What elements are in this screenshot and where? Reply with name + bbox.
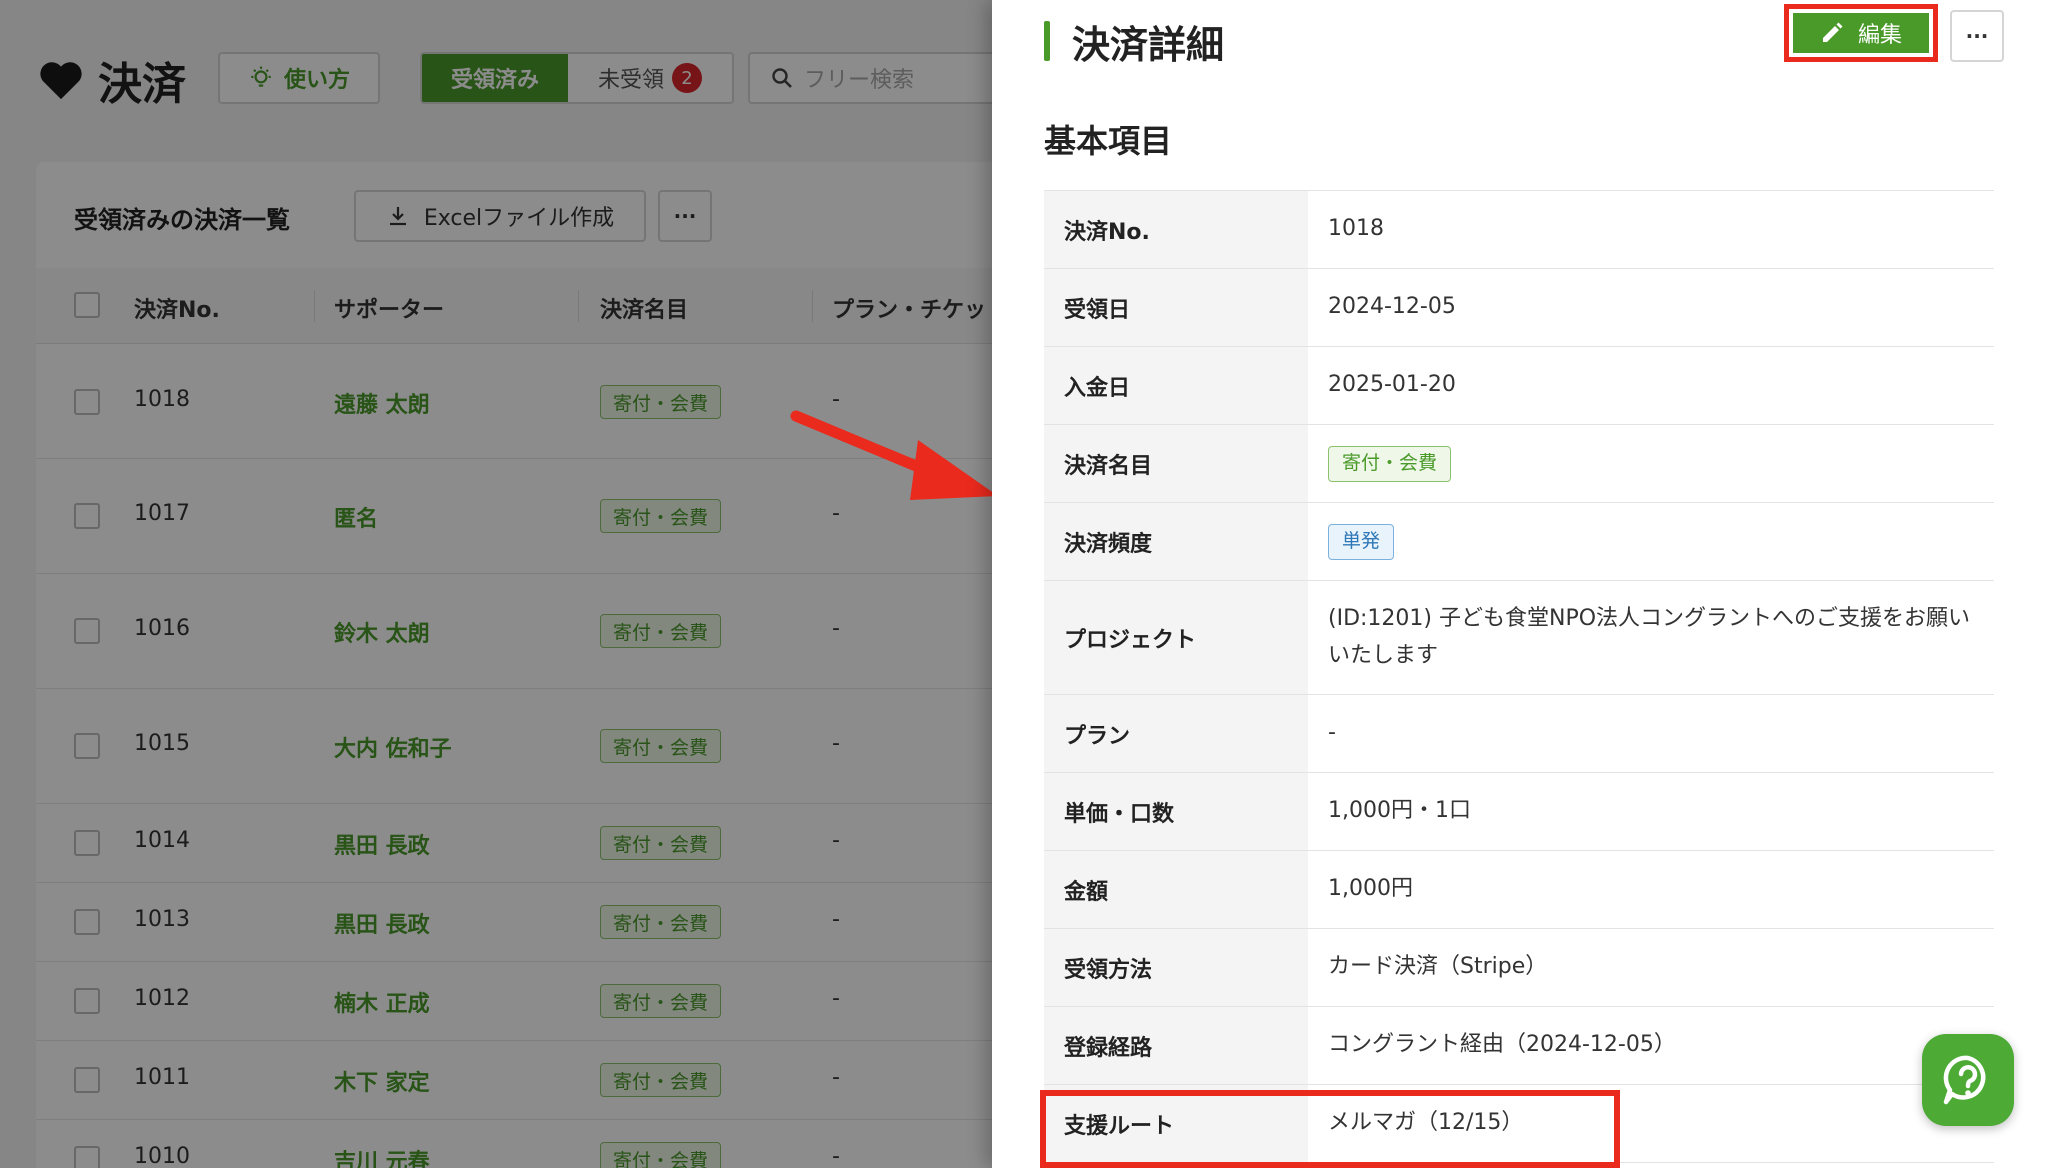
frequency-tag: 単発 xyxy=(1328,523,1395,560)
detail-value-cell: 寄付・会費 xyxy=(1308,425,1994,502)
detail-value-cell: 単発 xyxy=(1308,503,1994,580)
detail-row-frequency: 決済頻度 単発 xyxy=(1044,503,1994,581)
detail-title: 決済詳細 xyxy=(1072,22,1225,67)
title-accent-bar xyxy=(1044,21,1050,61)
detail-title-bar: 決済詳細 xyxy=(1044,18,1224,67)
detail-row-deposit-date: 入金日 2025-01-20 xyxy=(1044,347,1994,425)
detail-row-payment-type: 決済名目 寄付・会費 xyxy=(1044,425,1994,503)
detail-value: カード決済（Stripe） xyxy=(1328,954,1548,980)
detail-row-registration-route: 登録経路 コングラント経由（2024-12-05） xyxy=(1044,1007,1994,1085)
detail-label: プロジェクト xyxy=(1044,581,1308,694)
detail-more-button[interactable]: ··· xyxy=(1950,10,2004,62)
annotation-arrow-icon xyxy=(790,410,998,500)
detail-label: 決済頻度 xyxy=(1044,503,1308,580)
detail-table: 決済No. 1018 受領日 2024-12-05 入金日 2025-01-20… xyxy=(1044,190,1994,1163)
detail-label: 決済名目 xyxy=(1044,425,1308,502)
detail-row-received-date: 受領日 2024-12-05 xyxy=(1044,269,1994,347)
pencil-icon xyxy=(1822,22,1843,42)
detail-row-payment-no: 決済No. 1018 xyxy=(1044,191,1994,269)
detail-value: 2024-12-05 xyxy=(1328,294,1456,320)
detail-row-support-route: 支援ルート メルマガ（12/15） xyxy=(1044,1085,1994,1163)
detail-label: 受領方法 xyxy=(1044,929,1308,1006)
edit-button-highlight: 編集 xyxy=(1784,4,1938,62)
detail-label: 登録経路 xyxy=(1044,1007,1308,1084)
detail-row-receipt-method: 受領方法 カード決済（Stripe） xyxy=(1044,929,1994,1007)
detail-label: プラン xyxy=(1044,695,1308,772)
detail-value: メルマガ（12/15） xyxy=(1328,1110,1524,1136)
detail-value: 1,000円・1口 xyxy=(1328,798,1471,824)
detail-row-plan: プラン - xyxy=(1044,695,1994,773)
section-title: 基本項目 xyxy=(1044,122,1173,160)
help-icon xyxy=(1943,1055,1986,1105)
detail-label: 決済No. xyxy=(1044,191,1308,268)
edit-label: 編集 xyxy=(1857,23,1902,48)
detail-label: 金額 xyxy=(1044,851,1308,928)
detail-label: 入金日 xyxy=(1044,347,1308,424)
payment-type-tag: 寄付・会費 xyxy=(1328,445,1452,482)
detail-value: - xyxy=(1328,720,1336,746)
detail-value: (ID:1201) 子ども食堂NPO法人コングラントへのご支援をお願いいたします xyxy=(1328,606,1971,668)
detail-label: 受領日 xyxy=(1044,269,1308,346)
detail-value: 1018 xyxy=(1328,216,1384,242)
detail-more-label: ··· xyxy=(1965,24,1989,48)
detail-label: 単価・口数 xyxy=(1044,773,1308,850)
payment-detail-panel: 決済詳細 編集 ··· 基本項目 決済No. 1018 受領日 2024-12-… xyxy=(992,0,2048,1168)
detail-row-project: プロジェクト (ID:1201) 子ども食堂NPO法人コングラントへのご支援をお… xyxy=(1044,581,1994,695)
detail-row-amount: 金額 1,000円 xyxy=(1044,851,1994,929)
detail-label: 支援ルート xyxy=(1044,1085,1308,1162)
detail-value: 2025-01-20 xyxy=(1328,372,1456,398)
detail-row-unit-price: 単価・口数 1,000円・1口 xyxy=(1044,773,1994,851)
detail-value: 1,000円 xyxy=(1328,876,1413,902)
help-button[interactable] xyxy=(1922,1034,2014,1126)
edit-button[interactable]: 編集 xyxy=(1793,13,1929,53)
detail-value: コングラント経由（2024-12-05） xyxy=(1328,1032,1676,1058)
